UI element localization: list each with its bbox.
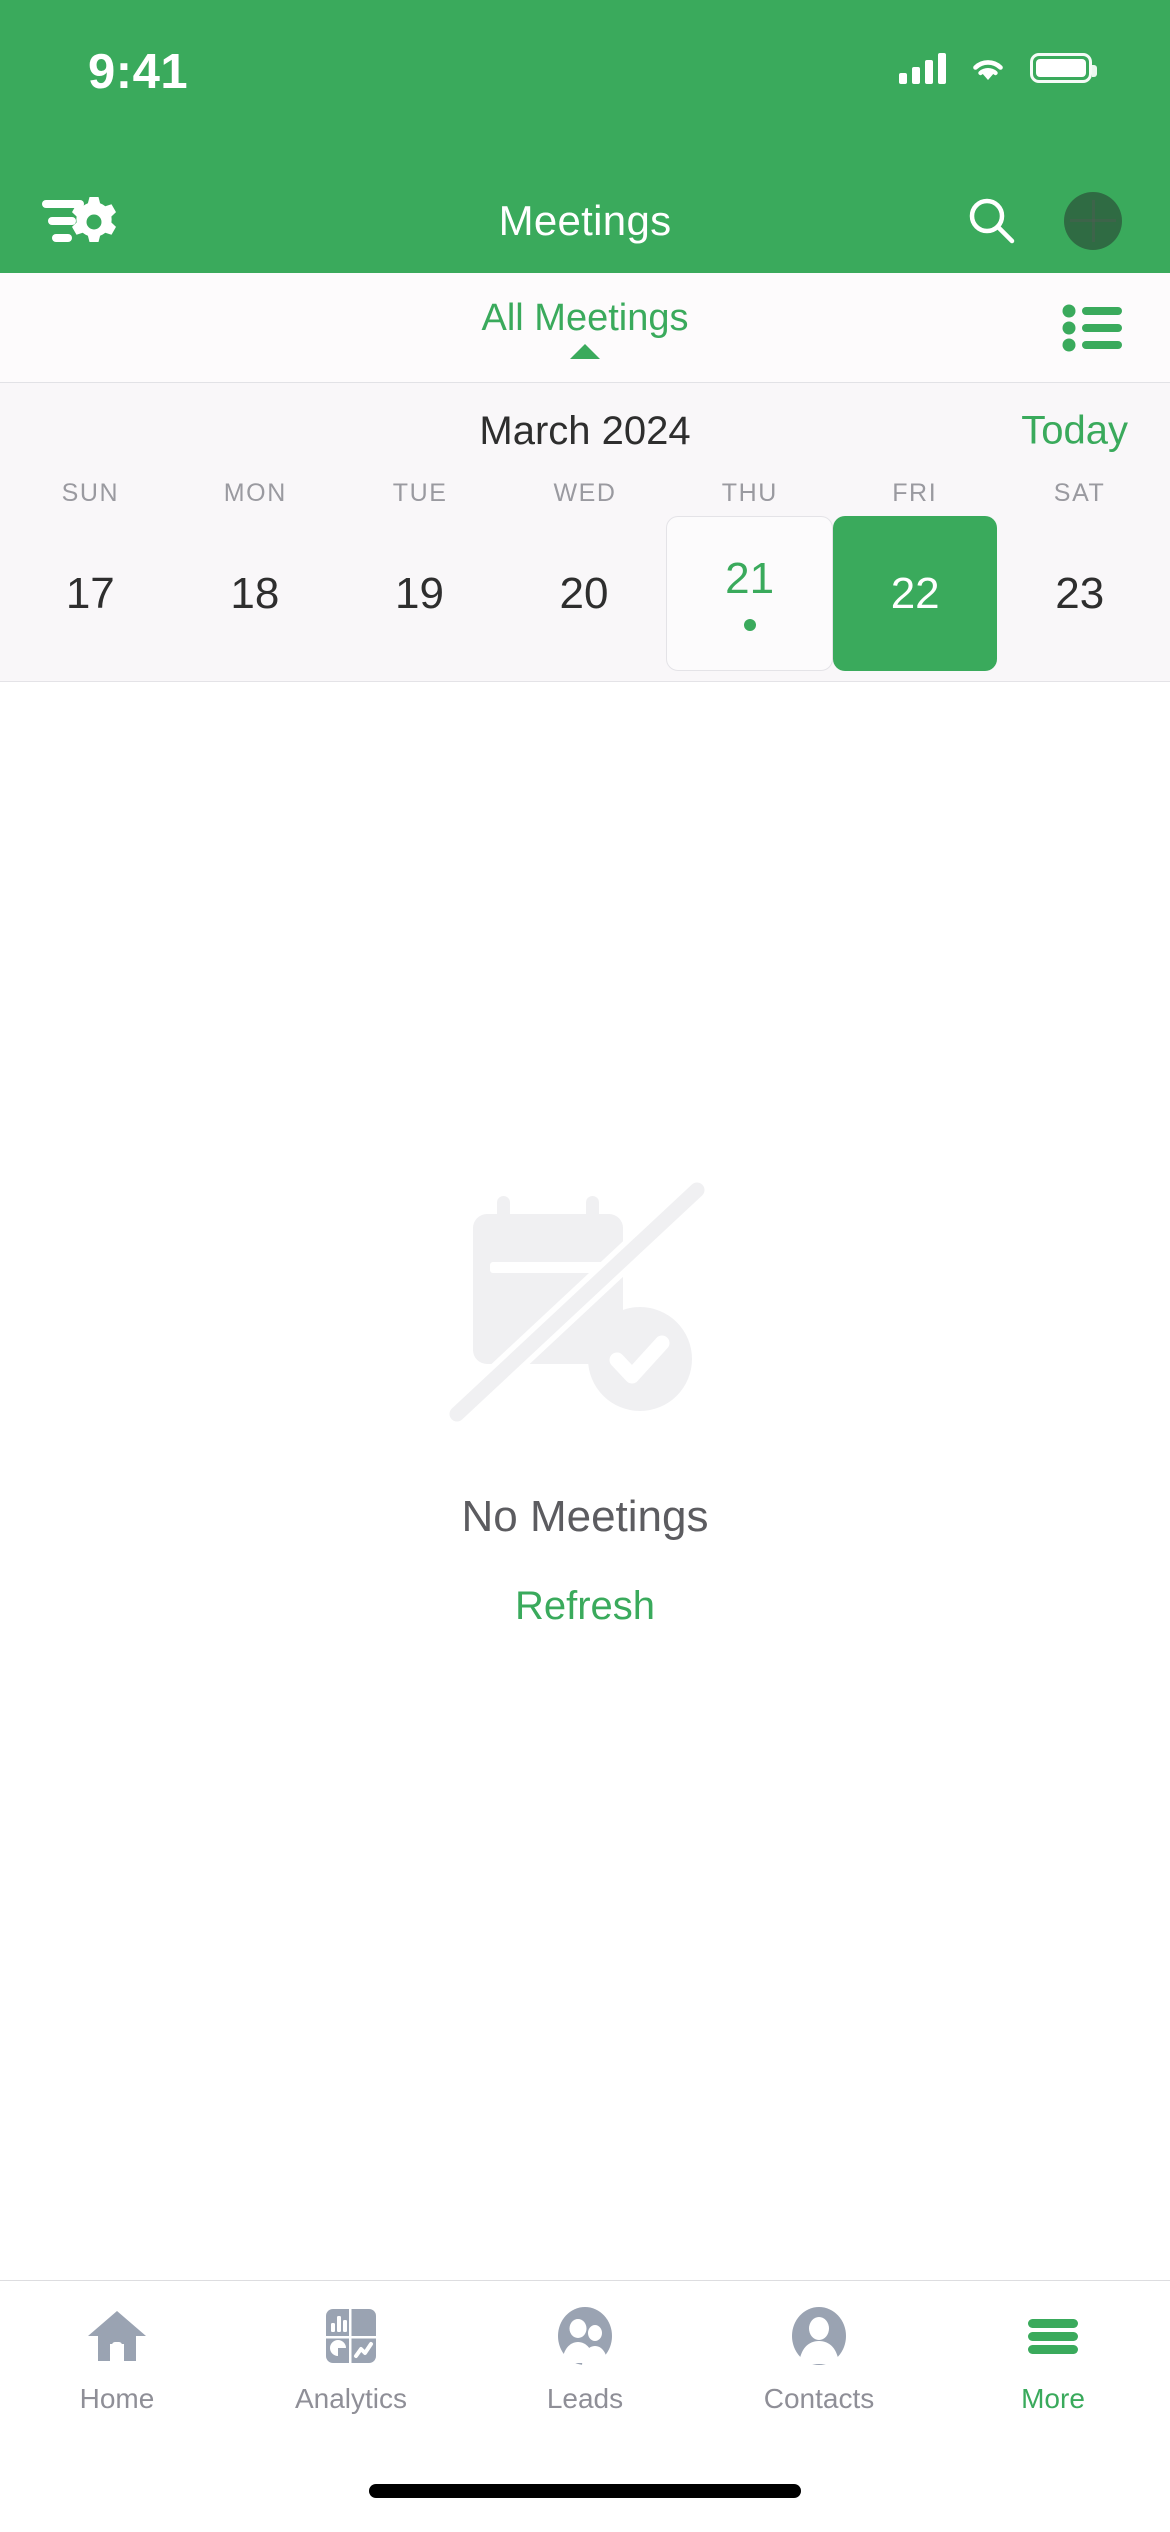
calendar-weekday-sat: SAT (1053, 479, 1106, 507)
tab-more[interactable]: More (936, 2303, 1170, 2415)
tab-label: Analytics (294, 2383, 408, 2414)
bottom-tab-bar: Home Analytics Leads Contacts More (0, 2280, 1170, 2440)
calendar-day-number: 21 (725, 553, 775, 603)
tab-contacts[interactable]: Contacts (702, 2303, 936, 2415)
calendar-day-19[interactable]: 19 (337, 516, 502, 671)
tab-label: Contacts (763, 2383, 875, 2414)
filter-selector[interactable]: All Meetings (481, 296, 689, 359)
caret-up-icon (569, 343, 600, 359)
analytics-icon (318, 2303, 384, 2369)
calendar-weekday-fri: FRI (892, 479, 938, 507)
calendar-day-number: 22 (890, 568, 940, 618)
tab-label: More (1021, 2383, 1085, 2414)
calendar-day-18[interactable]: 18 (173, 516, 338, 671)
today-button[interactable]: Today (1021, 409, 1128, 454)
calendar-weekday-row: SUN MON TUE WED THU FRI SAT (0, 479, 1170, 508)
calendar-day-22[interactable]: 22 (832, 516, 998, 671)
home-indicator-area (0, 2440, 1170, 2532)
calendar-week-strip: March 2024 Today SUN MON TUE WED THU FRI SAT 1… (0, 383, 1170, 682)
calendar-day-number: 17 (65, 568, 115, 618)
cellular-signal-icon (899, 52, 946, 84)
tab-analytics[interactable]: Analytics (234, 2303, 468, 2415)
home-icon (84, 2303, 150, 2369)
filter-label: All Meetings (481, 296, 689, 339)
empty-state-title: No Meetings (461, 1491, 709, 1541)
nav-actions (966, 191, 1122, 250)
tab-label: Home (79, 2383, 155, 2414)
calendar-weekday-thu: THU (721, 479, 778, 507)
hamburger-more-icon (1020, 2303, 1086, 2369)
filter-settings-icon[interactable] (38, 186, 128, 256)
refresh-button[interactable]: Refresh (515, 1584, 655, 1629)
search-icon[interactable] (966, 195, 1018, 247)
phone-screen: 9:41 Meetings All Meetings March 2024 To… (0, 0, 1170, 2532)
empty-state: No Meetings Refresh (435, 1174, 735, 1629)
leads-icon (552, 2303, 618, 2369)
calendar-header: March 2024 Today (0, 383, 1170, 479)
meetings-filter-bar: All Meetings (0, 273, 1170, 383)
calendar-day-number: 19 (394, 568, 444, 618)
calendar-day-20[interactable]: 20 (502, 516, 667, 671)
calendar-day-17[interactable]: 17 (8, 516, 173, 671)
status-bar: 9:41 (0, 0, 1170, 168)
tab-leads[interactable]: Leads (468, 2303, 702, 2415)
calendar-weekday-sun: SUN (61, 479, 120, 507)
calendar-month-label: March 2024 (479, 408, 691, 453)
no-meetings-calendar-slash-icon (435, 1174, 735, 1444)
battery-full-icon (1030, 53, 1097, 83)
calendar-weekday-wed: WED (553, 479, 617, 507)
status-bar-indicators (899, 52, 1097, 84)
user-avatar[interactable] (1064, 191, 1122, 250)
contacts-icon (786, 2303, 852, 2369)
home-indicator-bar (369, 2484, 801, 2498)
calendar-day-number: 20 (559, 568, 609, 618)
event-indicator-dot (743, 618, 756, 631)
calendar-day-23[interactable]: 23 (997, 516, 1162, 671)
calendar-day-21[interactable]: 21 (666, 516, 833, 671)
calendar-weekday-tue: TUE (392, 479, 448, 507)
calendar-day-number: 18 (230, 568, 280, 618)
navigation-bar: Meetings (0, 168, 1170, 273)
list-view-icon[interactable] (1062, 304, 1124, 352)
tab-home[interactable]: Home (0, 2303, 234, 2415)
tab-label: Leads (546, 2383, 624, 2414)
calendar-weekday-mon: MON (223, 479, 287, 507)
status-bar-time: 9:41 (88, 45, 189, 99)
meetings-content-area: No Meetings Refresh (0, 682, 1170, 2280)
calendar-day-number: 23 (1055, 568, 1105, 618)
calendar-day-row: 17 18 19 20 21 22 23 (0, 508, 1170, 671)
wifi-icon (968, 53, 1008, 83)
